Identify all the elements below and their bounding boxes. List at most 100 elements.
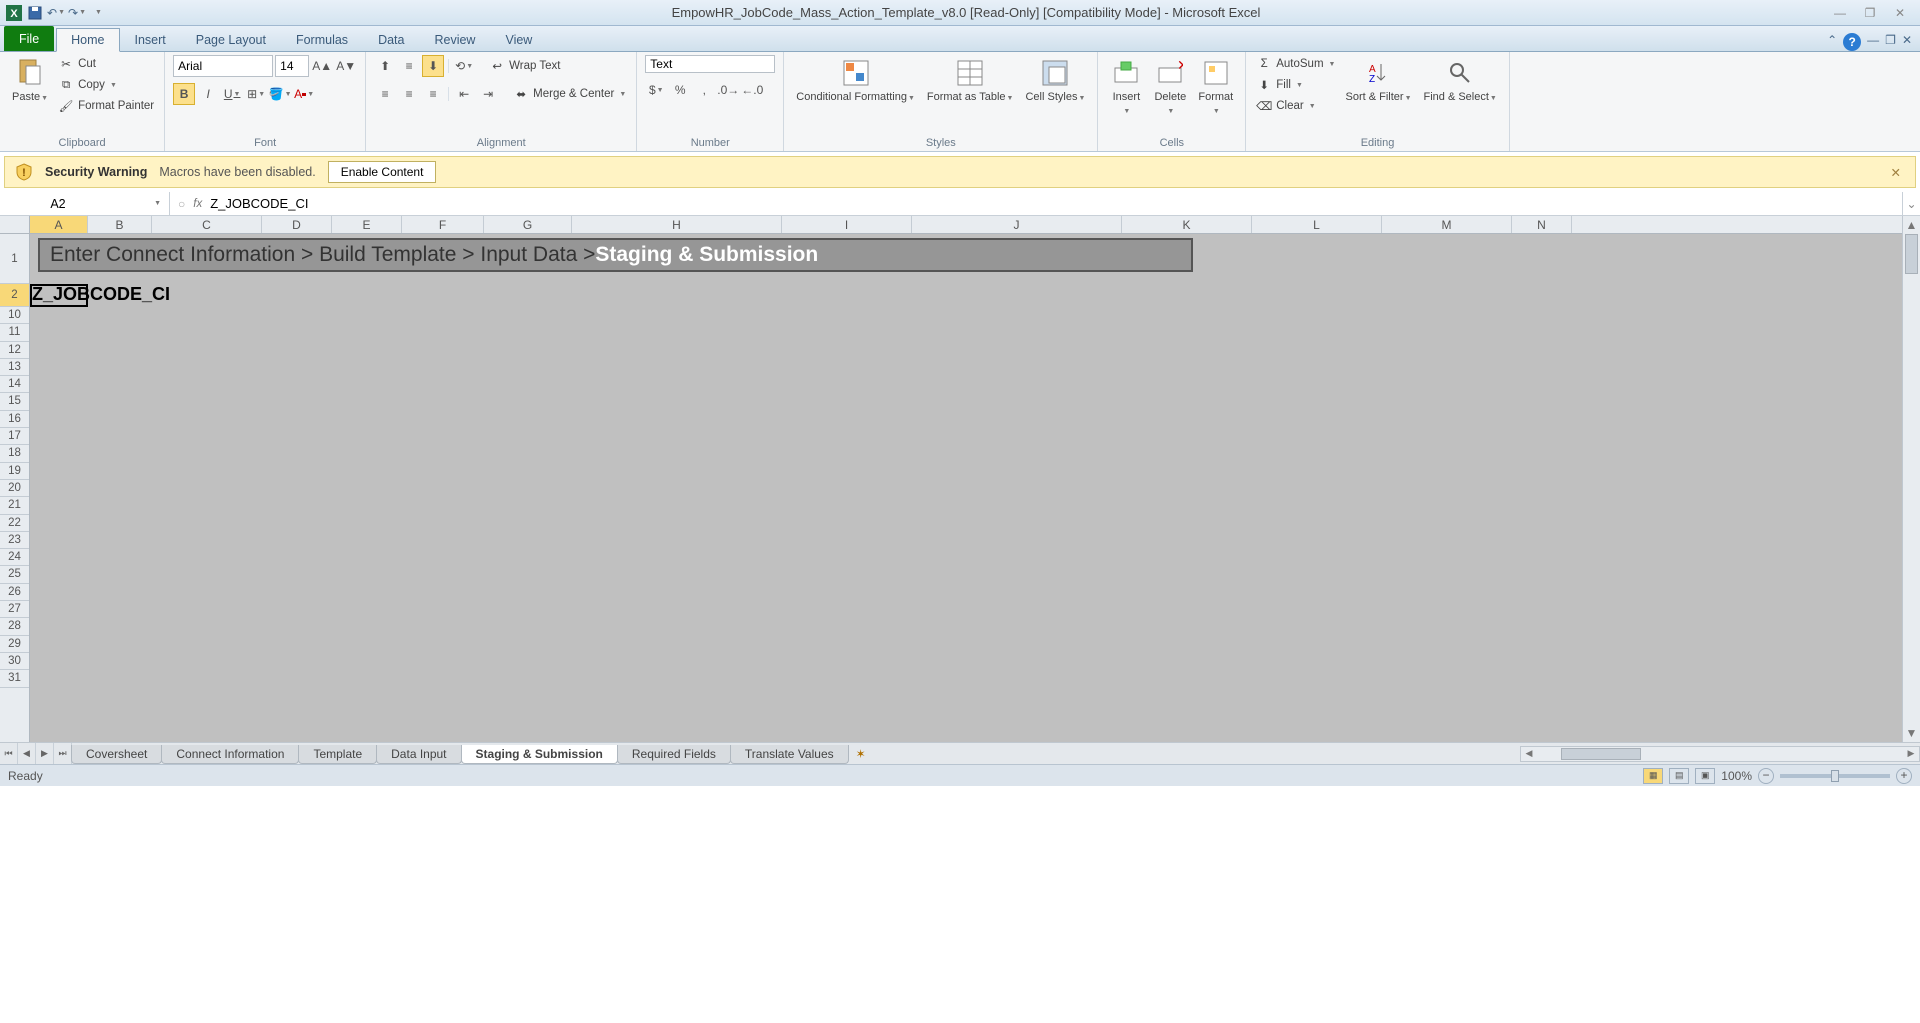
- scroll-right-button[interactable]: ▶: [1903, 748, 1919, 759]
- align-top-button[interactable]: ⬆: [374, 55, 396, 77]
- name-box[interactable]: ▼: [0, 192, 170, 215]
- select-all-corner[interactable]: [0, 216, 30, 234]
- zoom-out-button[interactable]: −: [1758, 768, 1774, 784]
- sheet-tab-staging-submission[interactable]: Staging & Submission: [461, 745, 618, 764]
- row-header-11[interactable]: 11: [0, 324, 29, 341]
- window-minimize-icon[interactable]: —: [1867, 33, 1879, 51]
- bold-button[interactable]: B: [173, 83, 195, 105]
- merge-center-button[interactable]: ⬌Merge & Center▼: [511, 83, 628, 105]
- align-left-button[interactable]: ≡: [374, 83, 396, 105]
- font-color-button[interactable]: A▼: [293, 83, 315, 105]
- currency-button[interactable]: $▼: [645, 79, 667, 101]
- row-header-16[interactable]: 16: [0, 411, 29, 428]
- scroll-down-button[interactable]: ▼: [1903, 724, 1920, 742]
- format-cells-button[interactable]: Format▼: [1194, 55, 1237, 118]
- sheet-tab-required-fields[interactable]: Required Fields: [617, 745, 731, 764]
- window-close-icon[interactable]: ✕: [1902, 33, 1912, 51]
- row-header-1[interactable]: 1: [0, 234, 29, 284]
- column-header-L[interactable]: L: [1252, 216, 1382, 233]
- orientation-button[interactable]: ⟲▼: [453, 55, 475, 77]
- save-icon[interactable]: [27, 5, 43, 21]
- spreadsheet-grid[interactable]: ABCDEFGHIJKLMN 1210111213141516171819202…: [0, 216, 1920, 742]
- row-header-28[interactable]: 28: [0, 618, 29, 635]
- hscroll-thumb[interactable]: [1561, 748, 1641, 760]
- last-sheet-button[interactable]: ⏭: [54, 743, 72, 764]
- row-header-14[interactable]: 14: [0, 376, 29, 393]
- tab-insert[interactable]: Insert: [120, 28, 181, 51]
- close-button[interactable]: ✕: [1890, 4, 1910, 22]
- row-header-27[interactable]: 27: [0, 601, 29, 618]
- decrease-indent-button[interactable]: ⇤: [453, 83, 475, 105]
- paste-button[interactable]: Paste▼: [8, 55, 52, 106]
- column-header-E[interactable]: E: [332, 216, 402, 233]
- number-format-combo[interactable]: [645, 55, 775, 73]
- tab-data[interactable]: Data: [363, 28, 419, 51]
- sheet-tab-data-input[interactable]: Data Input: [376, 745, 461, 764]
- insert-cells-button[interactable]: Insert▼: [1106, 55, 1146, 118]
- column-header-M[interactable]: M: [1382, 216, 1512, 233]
- minimize-ribbon-icon[interactable]: ⌃: [1827, 33, 1837, 51]
- column-header-D[interactable]: D: [262, 216, 332, 233]
- vscroll-thumb[interactable]: [1905, 234, 1918, 274]
- row-header-10[interactable]: 10: [0, 307, 29, 324]
- clear-button[interactable]: ⌫Clear▼: [1254, 97, 1337, 115]
- column-header-A[interactable]: A: [30, 216, 88, 233]
- enable-content-button[interactable]: Enable Content: [328, 161, 437, 183]
- chevron-down-icon[interactable]: ▼: [154, 200, 161, 207]
- cancel-formula-icon[interactable]: ○: [178, 197, 185, 211]
- row-header-17[interactable]: 17: [0, 428, 29, 445]
- decrease-decimal-button[interactable]: ←.0: [741, 79, 763, 101]
- format-painter-button[interactable]: 🖌Format Painter: [56, 97, 156, 115]
- first-sheet-button[interactable]: ⏮: [0, 743, 18, 764]
- increase-decimal-button[interactable]: .0→: [717, 79, 739, 101]
- restore-button[interactable]: ❐: [1860, 4, 1880, 22]
- tab-home[interactable]: Home: [56, 28, 119, 52]
- cells-area[interactable]: Enter Connect Information > Build Templa…: [30, 234, 1902, 742]
- sheet-tab-template[interactable]: Template: [298, 745, 377, 764]
- column-header-G[interactable]: G: [484, 216, 572, 233]
- align-middle-button[interactable]: ≡: [398, 55, 420, 77]
- fill-color-button[interactable]: 🪣▼: [269, 83, 291, 105]
- sheet-tab-translate-values[interactable]: Translate Values: [730, 745, 849, 764]
- italic-button[interactable]: I: [197, 83, 219, 105]
- copy-button[interactable]: ⧉Copy▼: [56, 76, 156, 94]
- column-header-K[interactable]: K: [1122, 216, 1252, 233]
- row-header-12[interactable]: 12: [0, 342, 29, 359]
- increase-indent-button[interactable]: ⇥: [477, 83, 499, 105]
- close-warning-button[interactable]: ✕: [1887, 161, 1905, 184]
- underline-button[interactable]: U▼: [221, 83, 243, 105]
- qat-customize-icon[interactable]: ▼: [90, 5, 106, 21]
- row-header-24[interactable]: 24: [0, 549, 29, 566]
- conditional-formatting-button[interactable]: Conditional Formatting▼: [792, 55, 919, 106]
- horizontal-scrollbar[interactable]: ◀ ▶: [1520, 746, 1920, 762]
- font-size-combo[interactable]: [275, 55, 309, 77]
- row-header-25[interactable]: 25: [0, 566, 29, 583]
- borders-button[interactable]: ⊞▼: [245, 83, 267, 105]
- zoom-thumb[interactable]: [1831, 770, 1839, 782]
- row-header-31[interactable]: 31: [0, 670, 29, 687]
- undo-icon[interactable]: ↶▼: [48, 5, 64, 21]
- column-header-N[interactable]: N: [1512, 216, 1572, 233]
- column-header-J[interactable]: J: [912, 216, 1122, 233]
- row-header-21[interactable]: 21: [0, 497, 29, 514]
- row-header-19[interactable]: 19: [0, 463, 29, 480]
- increase-font-button[interactable]: A▲: [311, 55, 333, 77]
- fx-icon[interactable]: fx: [193, 198, 202, 210]
- normal-view-button[interactable]: ▦: [1643, 768, 1663, 784]
- row-header-29[interactable]: 29: [0, 636, 29, 653]
- align-center-button[interactable]: ≡: [398, 83, 420, 105]
- name-box-input[interactable]: [8, 197, 108, 211]
- font-name-combo[interactable]: [173, 55, 273, 77]
- row-header-23[interactable]: 23: [0, 532, 29, 549]
- zoom-in-button[interactable]: +: [1896, 768, 1912, 784]
- redo-icon[interactable]: ↷▼: [69, 5, 85, 21]
- align-bottom-button[interactable]: ⬇: [422, 55, 444, 77]
- fill-button[interactable]: ⬇Fill▼: [1254, 76, 1337, 94]
- window-restore-icon[interactable]: ❐: [1885, 33, 1896, 51]
- tab-file[interactable]: File: [4, 26, 54, 51]
- align-right-button[interactable]: ≡: [422, 83, 444, 105]
- column-header-H[interactable]: H: [572, 216, 782, 233]
- tab-formulas[interactable]: Formulas: [281, 28, 363, 51]
- row-header-13[interactable]: 13: [0, 359, 29, 376]
- delete-cells-button[interactable]: ✕Delete▼: [1150, 55, 1190, 118]
